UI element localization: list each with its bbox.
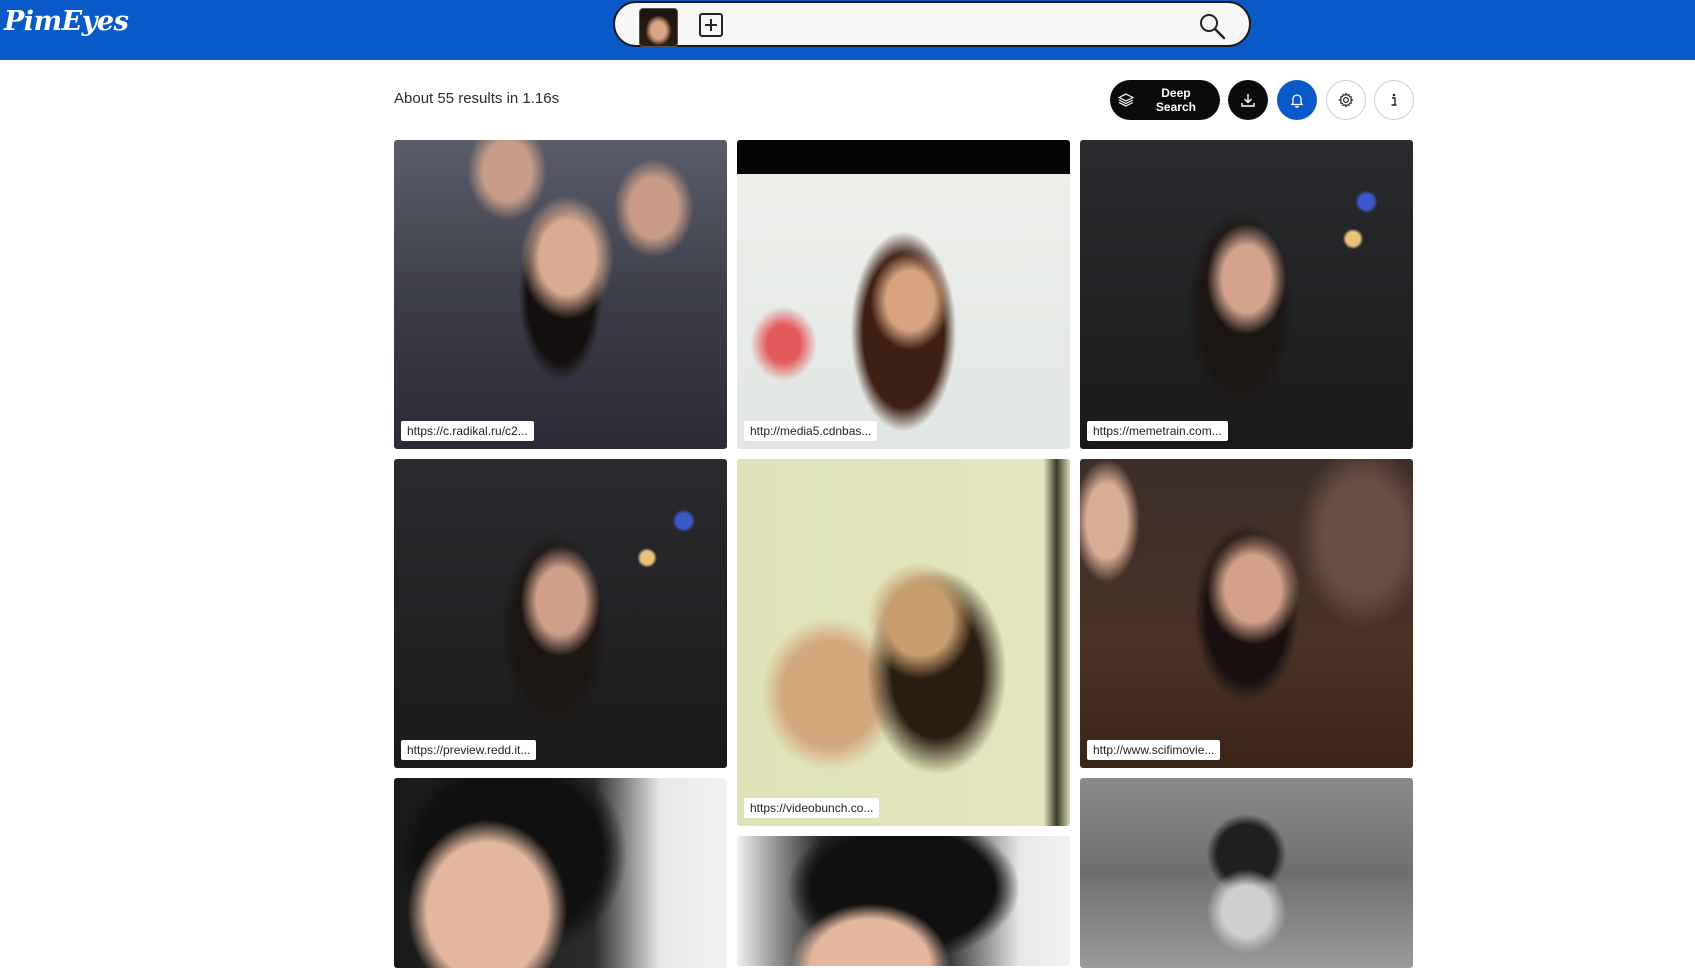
result-image[interactable] xyxy=(394,778,727,968)
bell-icon xyxy=(1290,94,1304,108)
result-card[interactable] xyxy=(737,836,1070,966)
result-url[interactable]: http://media5.cdnbas... xyxy=(744,421,878,441)
result-card[interactable]: https://c.radikal.ru/c2... xyxy=(394,140,727,449)
info-icon xyxy=(1391,93,1397,106)
result-url[interactable]: https://videobunch.co... xyxy=(744,798,880,818)
result-card[interactable]: http://www.scifimovie... xyxy=(1080,459,1413,768)
result-image[interactable] xyxy=(737,140,1070,449)
info-button[interactable] xyxy=(1374,80,1414,120)
deep-search-button[interactable]: Deep Search xyxy=(1110,80,1220,120)
add-image-button[interactable] xyxy=(699,13,723,37)
pimeyes-logo[interactable]: PimEyes xyxy=(4,6,129,37)
download-button[interactable] xyxy=(1228,80,1268,120)
result-url[interactable]: https://memetrain.com... xyxy=(1087,421,1228,441)
result-image[interactable] xyxy=(1080,140,1413,449)
result-url[interactable]: https://preview.redd.it... xyxy=(401,740,537,760)
result-url[interactable]: http://www.scifimovie... xyxy=(1087,740,1221,760)
result-image[interactable] xyxy=(394,140,727,449)
result-image[interactable] xyxy=(394,459,727,768)
gear-icon xyxy=(1338,92,1354,108)
result-card[interactable]: http://media5.cdnbas... xyxy=(737,140,1070,449)
deep-search-label: Deep Search xyxy=(1155,86,1196,114)
result-card[interactable] xyxy=(1080,778,1413,968)
result-image[interactable] xyxy=(1080,778,1413,968)
uploaded-image-thumbnail[interactable] xyxy=(639,8,678,47)
results-summary: About 55 results in 1.16s xyxy=(394,90,560,107)
layers-icon xyxy=(1118,93,1134,107)
result-image[interactable] xyxy=(1080,459,1413,768)
result-card[interactable]: https://memetrain.com... xyxy=(1080,140,1413,449)
result-card[interactable]: https://preview.redd.it... xyxy=(394,459,727,768)
result-image[interactable] xyxy=(737,459,1070,826)
settings-button[interactable] xyxy=(1326,80,1366,120)
result-card[interactable] xyxy=(394,778,727,968)
magnifier-icon xyxy=(1200,14,1226,40)
result-url[interactable]: https://c.radikal.ru/c2... xyxy=(401,421,534,441)
result-image[interactable] xyxy=(737,836,1070,966)
download-icon xyxy=(1241,94,1255,107)
search-bar[interactable] xyxy=(613,1,1251,47)
result-card[interactable]: https://videobunch.co... xyxy=(737,459,1070,826)
search-button[interactable] xyxy=(1197,11,1227,41)
top-navigation-bar: PimEyes xyxy=(0,0,1695,60)
alert-button[interactable] xyxy=(1277,80,1317,120)
